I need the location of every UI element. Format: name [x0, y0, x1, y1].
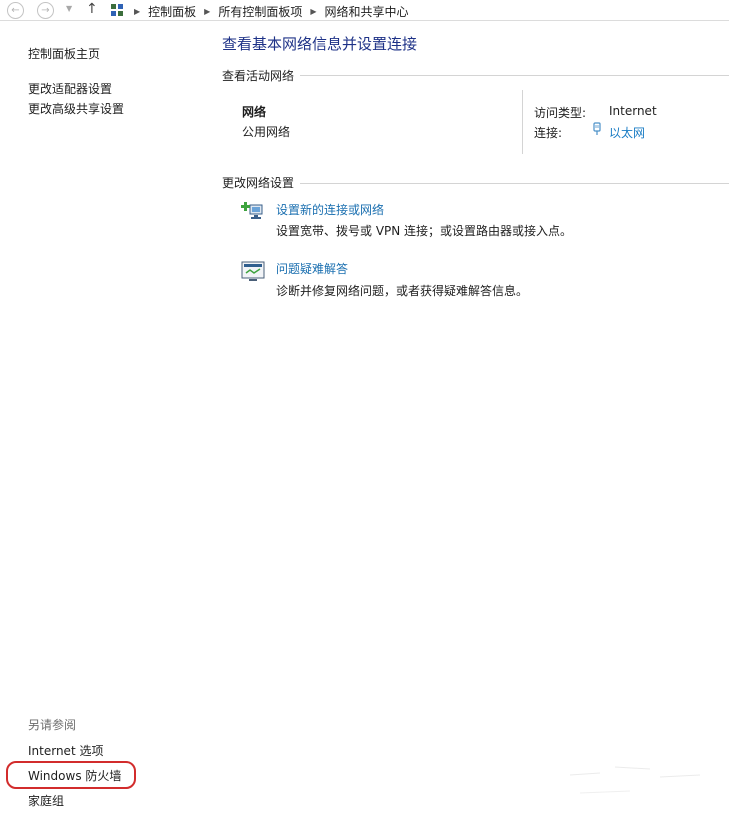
active-networks-heading: 查看活动网络: [222, 69, 295, 83]
section-divider: [300, 183, 729, 184]
breadcrumb-network-center[interactable]: 网络和共享中心: [325, 3, 409, 20]
up-arrow-icon[interactable]: ↑: [86, 1, 98, 18]
homegroup-link[interactable]: 家庭组: [28, 792, 64, 809]
troubleshoot-desc: 诊断并修复网络问题，或者获得疑难解答信息。: [276, 284, 529, 298]
breadcrumb-separator-icon[interactable]: ▶: [310, 7, 316, 16]
breadcrumb: ▶ 控制面板 ▶ 所有控制面板项 ▶ 网络和共享中心: [130, 3, 409, 20]
highlight-annotation: [6, 761, 136, 789]
section-divider: [300, 75, 729, 76]
breadcrumb-all-items[interactable]: 所有控制面板项: [218, 3, 302, 20]
see-also-heading: 另请参阅: [28, 718, 77, 732]
access-type-value: Internet: [609, 104, 657, 118]
page-title: 查看基本网络信息并设置连接: [222, 35, 418, 53]
control-panel-icon: [111, 4, 123, 16]
access-type-label: 访问类型:: [534, 106, 587, 120]
change-settings-heading: 更改网络设置: [222, 176, 295, 190]
setup-connection-desc: 设置宽带、拨号或 VPN 连接；或设置路由器或接入点。: [276, 224, 573, 238]
ethernet-icon: [593, 122, 601, 135]
left-nav: 控制面板主页 更改适配器设置 更改高级共享设置: [28, 44, 124, 119]
address-bar: ← → ▼ ↑ ▶ 控制面板 ▶ 所有控制面板项 ▶ 网络和共享中心: [0, 0, 729, 21]
back-arrow-icon[interactable]: ←: [7, 2, 24, 19]
control-panel-home-link[interactable]: 控制面板主页: [28, 44, 124, 64]
troubleshoot-icon: [241, 261, 265, 281]
network-name: 网络: [242, 105, 267, 119]
ethernet-connection-link[interactable]: 以太网: [609, 124, 645, 141]
connection-label: 连接:: [534, 126, 563, 140]
network-type-link[interactable]: 公用网络: [242, 123, 290, 140]
breadcrumb-control-panel[interactable]: 控制面板: [148, 3, 196, 20]
recent-pages-dropdown-icon[interactable]: ▼: [66, 4, 72, 13]
breadcrumb-separator-icon[interactable]: ▶: [204, 7, 210, 16]
new-connection-icon: [241, 202, 263, 219]
setup-connection-link[interactable]: 设置新的连接或网络: [276, 201, 384, 218]
change-adapter-settings-link[interactable]: 更改适配器设置: [28, 79, 124, 99]
troubleshoot-link[interactable]: 问题疑难解答: [276, 260, 348, 277]
breadcrumb-separator-icon[interactable]: ▶: [134, 7, 140, 16]
watermark-decoration: [569, 766, 701, 794]
forward-arrow-icon[interactable]: →: [37, 2, 54, 19]
internet-options-link[interactable]: Internet 选项: [28, 742, 103, 759]
vertical-divider: [522, 90, 523, 154]
change-advanced-sharing-link[interactable]: 更改高级共享设置: [28, 99, 124, 119]
